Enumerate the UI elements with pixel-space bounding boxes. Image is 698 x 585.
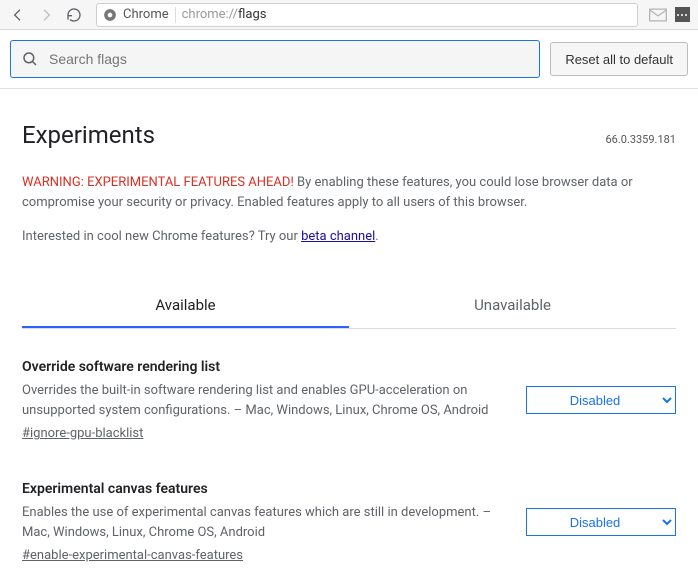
address-bar[interactable]: Chrome chrome://flags (96, 3, 638, 27)
search-box (10, 40, 540, 78)
flag-text: Override software rendering list Overrid… (22, 359, 506, 441)
forward-button[interactable] (34, 3, 58, 27)
tab-available[interactable]: Available (22, 284, 349, 328)
flag-title: Override software rendering list (22, 359, 506, 375)
tab-unavailable[interactable]: Unavailable (349, 284, 676, 328)
flag-row: Experimental canvas features Enables the… (22, 451, 676, 573)
toolbar-right-icons (648, 7, 692, 23)
flag-anchor[interactable]: #enable-experimental-canvas-features (22, 548, 243, 563)
warning-text: WARNING: EXPERIMENTAL FEATURES AHEAD! By… (22, 173, 676, 213)
beta-prefix: Interested in cool new Chrome features? … (22, 229, 301, 244)
flag-select[interactable]: Disabled (526, 386, 676, 414)
version-label: 66.0.3359.181 (605, 133, 676, 146)
flag-description: Overrides the built-in software renderin… (22, 381, 506, 420)
mail-icon[interactable] (648, 7, 668, 23)
address-divider (175, 7, 176, 23)
chrome-icon (103, 8, 117, 22)
warning-head: WARNING: EXPERIMENTAL FEATURES AHEAD! (22, 175, 294, 190)
address-scheme-label: Chrome (123, 7, 169, 22)
title-row: Experiments 66.0.3359.181 (22, 121, 676, 149)
search-input[interactable] (49, 51, 529, 67)
page-content: Experiments 66.0.3359.181 WARNING: EXPER… (0, 89, 698, 585)
flag-row: Override software rendering list Overrid… (22, 329, 676, 451)
reload-button[interactable] (62, 3, 86, 27)
flag-description: Enables the use of experimental canvas f… (22, 503, 506, 542)
browser-toolbar: Chrome chrome://flags (0, 0, 698, 30)
address-url: chrome://flags (182, 7, 267, 22)
url-rest: flags (238, 7, 266, 22)
flag-title: Experimental canvas features (22, 481, 506, 497)
flag-select[interactable]: Disabled (526, 508, 676, 536)
search-row: Reset all to default (0, 30, 698, 89)
beta-suffix: . (375, 229, 378, 244)
back-button[interactable] (6, 3, 30, 27)
extension-icon[interactable] (672, 7, 692, 23)
tabs: Available Unavailable (22, 284, 676, 329)
page-title: Experiments (22, 121, 155, 149)
url-muted: chrome:// (182, 7, 238, 22)
flag-text: Experimental canvas features Enables the… (22, 481, 506, 563)
beta-line: Interested in cool new Chrome features? … (22, 229, 676, 244)
reset-all-button[interactable]: Reset all to default (550, 42, 688, 76)
flag-anchor[interactable]: #ignore-gpu-blacklist (22, 426, 143, 441)
search-icon (21, 50, 39, 68)
beta-channel-link[interactable]: beta channel (301, 229, 375, 244)
